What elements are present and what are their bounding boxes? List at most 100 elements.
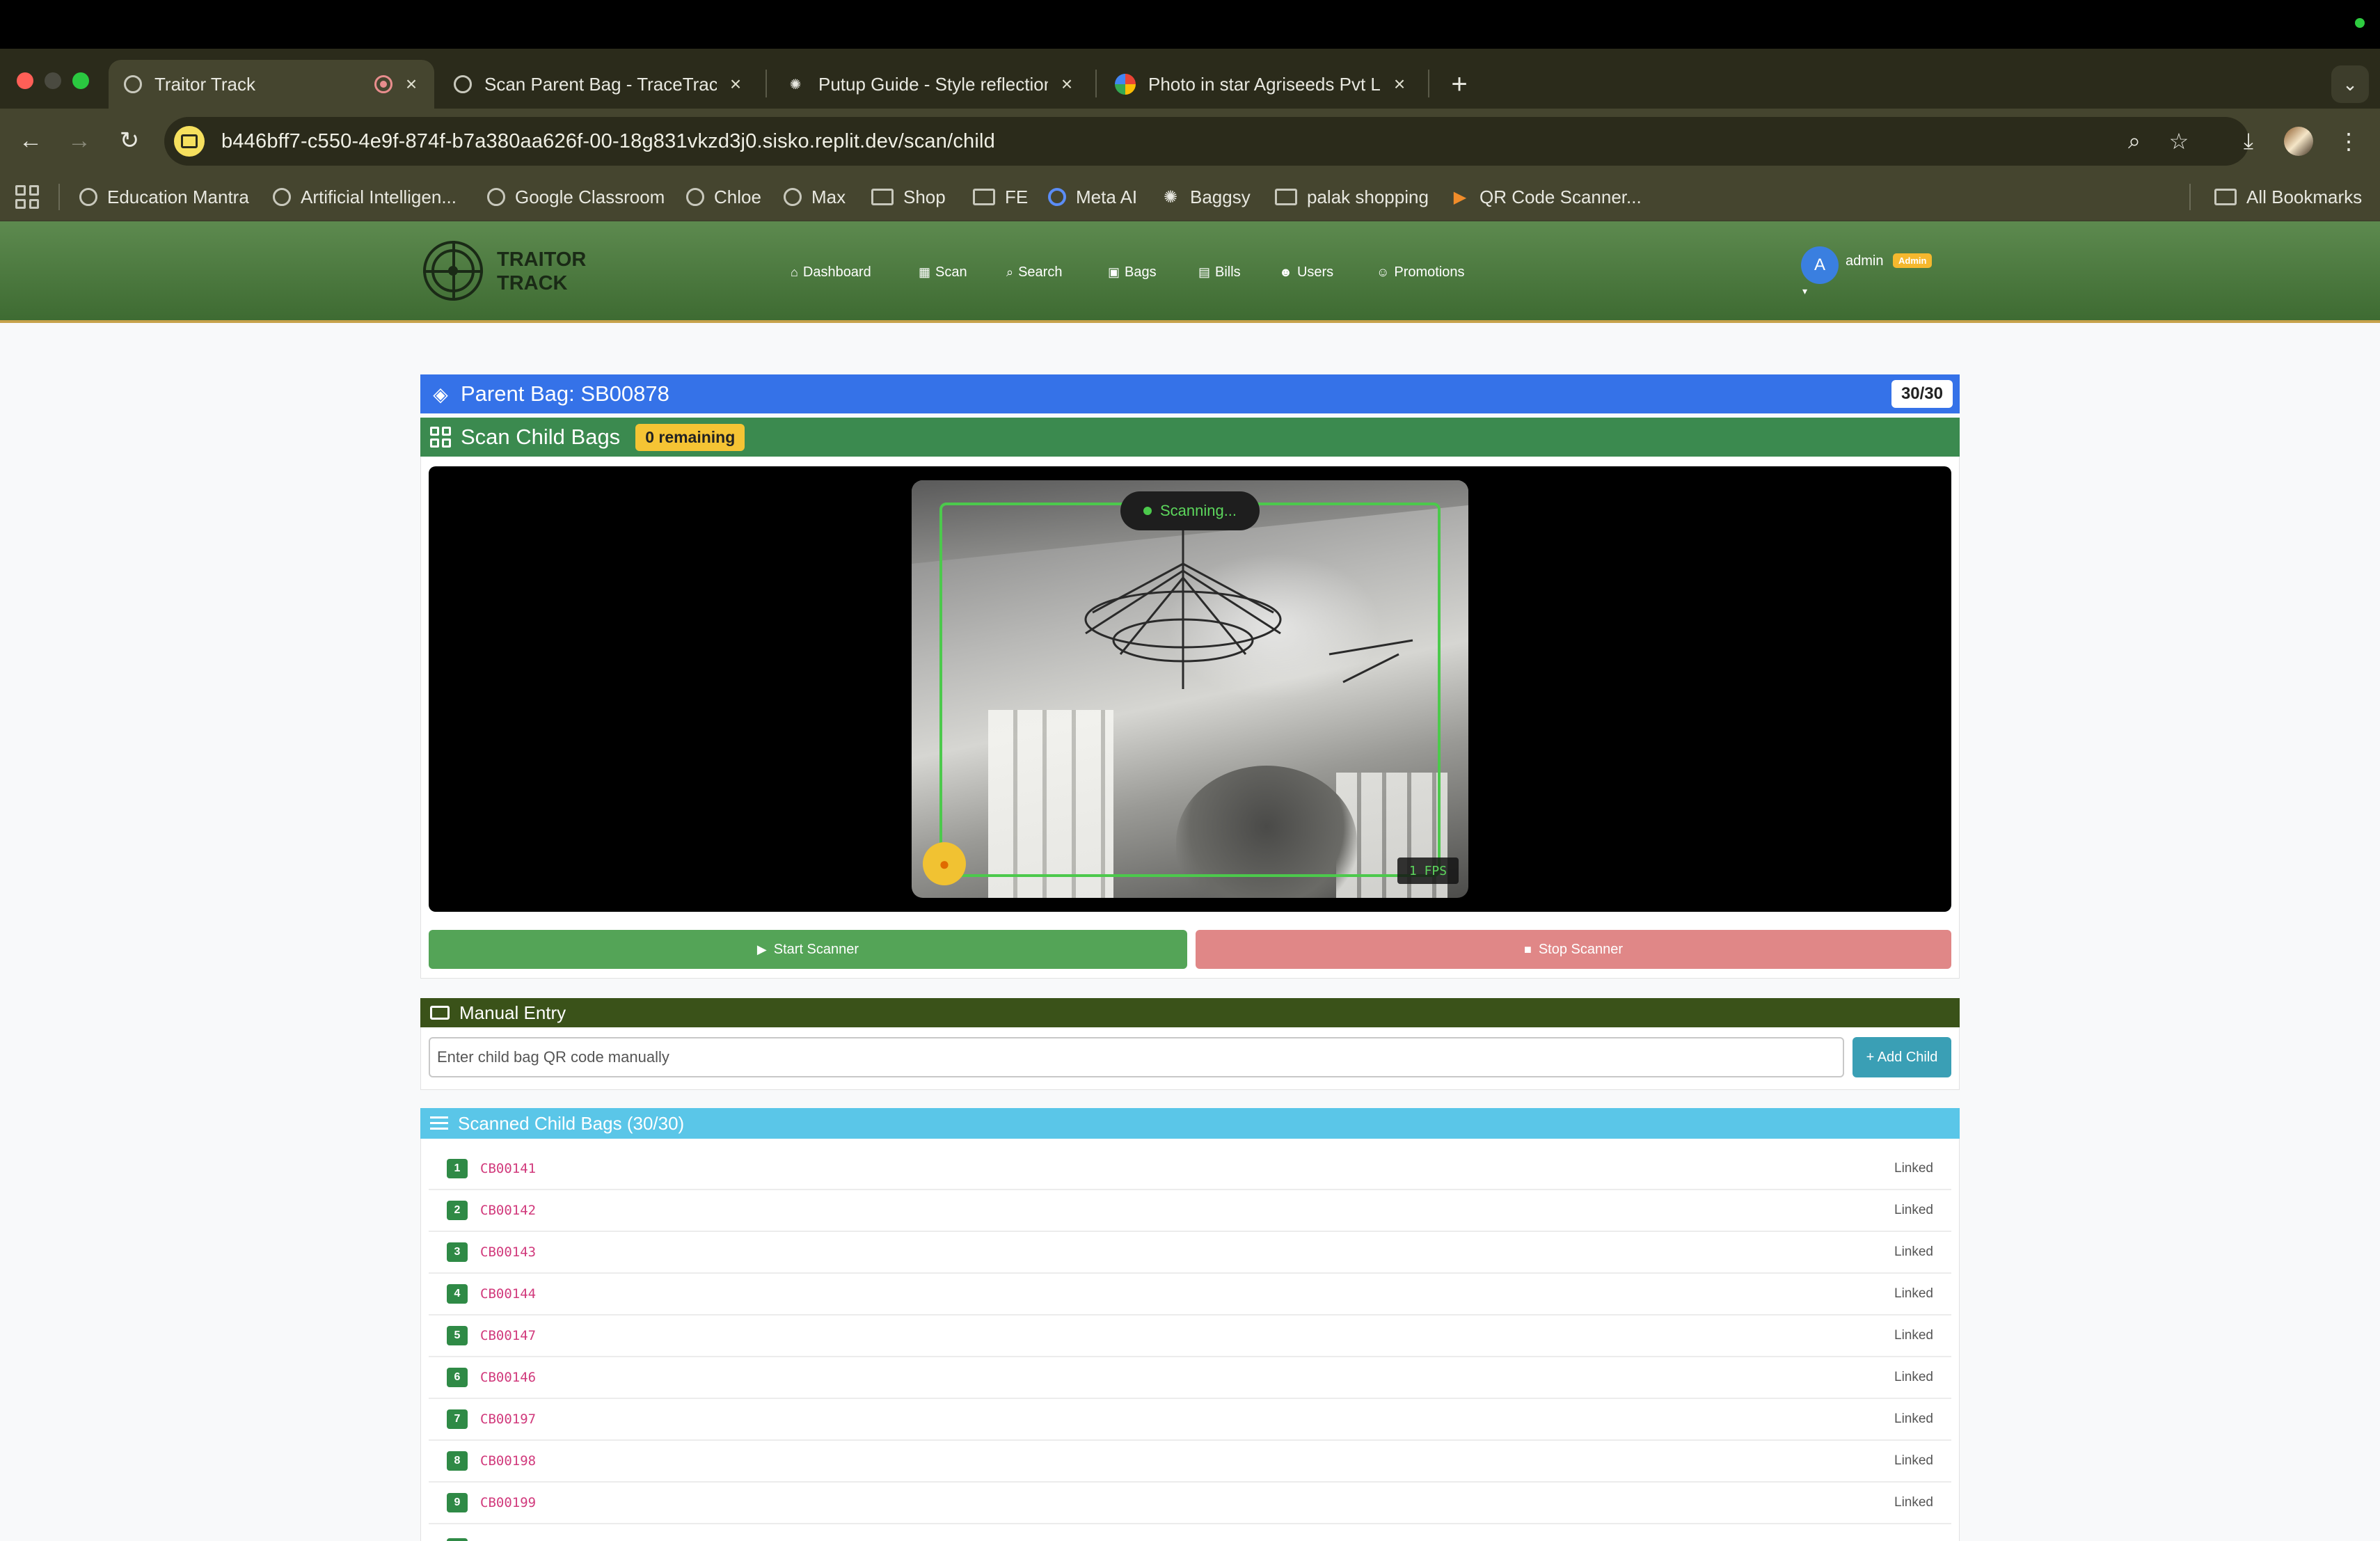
bookmark-star-icon[interactable]: ☆: [2163, 125, 2195, 157]
address-bar[interactable]: b446bff7-c550-4e9f-874f-b7a380aa626f-00-…: [164, 117, 2249, 166]
nav-scan[interactable]: ▦ Scan: [919, 262, 967, 283]
bookmark-folder-shop[interactable]: Shop: [871, 177, 946, 217]
nav-bills[interactable]: ▤ Bills: [1198, 262, 1241, 283]
bookmark-label: Google Classroom: [515, 186, 665, 207]
bookmark-label: Baggsy: [1190, 186, 1251, 207]
reload-button[interactable]: ↻: [111, 123, 148, 159]
item-number-badge: 8: [447, 1451, 468, 1471]
bookmark-divider: [58, 184, 60, 210]
photos-icon: [1115, 74, 1136, 95]
home-icon: ⌂: [791, 264, 798, 279]
link-status: Linked: [1894, 1161, 1933, 1176]
search-icon: ⌕: [1006, 264, 1014, 279]
link-status: Linked: [1894, 1286, 1933, 1301]
logo-line-1: TRAITOR: [497, 248, 587, 271]
os-menu-bar: [0, 0, 2380, 49]
bookmark-max[interactable]: Max: [784, 177, 846, 217]
nav-users[interactable]: ☻ Users: [1279, 262, 1333, 283]
play-icon: ▶: [756, 942, 767, 956]
globe-icon: [784, 188, 802, 206]
scan-section-title: Scan Child Bags: [461, 425, 621, 449]
bill-icon: ▤: [1198, 264, 1211, 279]
tab-photo-agriseeds[interactable]: Photo in star Agriseeds Pvt Lt ×: [1100, 60, 1422, 109]
list-item: 8 CB00198 Linked: [429, 1441, 1951, 1483]
folder-icon: [973, 189, 995, 205]
nav-label: Users: [1296, 264, 1334, 280]
child-bag-code: CB00141: [480, 1161, 537, 1176]
nav-bags[interactable]: ▣ Bags: [1108, 262, 1157, 283]
tab-traitor-track[interactable]: Traitor Track ×: [109, 60, 434, 109]
bookmark-baggsy[interactable]: ✺ Baggsy: [1161, 177, 1251, 217]
new-tab-button[interactable]: +: [1441, 65, 1478, 103]
list-item: 1 CB00141 Linked: [429, 1148, 1951, 1190]
nav-label: Scan: [935, 264, 967, 280]
list-item: 6 CB00146 Linked: [429, 1357, 1951, 1399]
more-menu-icon[interactable]: ⋮: [2333, 125, 2365, 157]
link-status: Linked: [1894, 1244, 1933, 1259]
traitor-track-logo-icon[interactable]: [423, 241, 483, 301]
stop-scanner-button[interactable]: ■ Stop Scanner: [1196, 930, 1951, 969]
close-tab-icon[interactable]: ×: [1056, 73, 1077, 95]
tab-title: Putup Guide - Style reflection: [818, 73, 1048, 95]
app-logo-text[interactable]: TRAITOR TRACK: [497, 248, 586, 295]
download-icon[interactable]: ⤓: [2232, 125, 2264, 157]
back-button[interactable]: ←: [13, 123, 49, 159]
globe-icon: [487, 188, 505, 206]
bookmark-meta-ai[interactable]: Meta AI: [1048, 177, 1137, 217]
bookmark-qr-code-scanner[interactable]: ▶ QR Code Scanner...: [1450, 177, 1642, 217]
chevron-down-icon: ⌄: [2342, 73, 2358, 95]
user-name[interactable]: admin: [1846, 253, 1883, 269]
site-info-icon[interactable]: [174, 126, 205, 157]
forward-button[interactable]: →: [61, 123, 97, 159]
bookmark-chloe[interactable]: Chloe: [686, 177, 761, 217]
nav-label: Bags: [1125, 264, 1157, 280]
item-number-badge: 3: [447, 1242, 468, 1262]
add-child-button[interactable]: + Add Child: [1853, 1037, 1951, 1077]
child-bag-qr-input[interactable]: [429, 1037, 1844, 1077]
child-bag-code: CB00198: [480, 1453, 537, 1469]
tab-title: Traitor Track: [154, 73, 255, 95]
all-bookmarks-folder[interactable]: All Bookmarks: [2214, 177, 2362, 217]
torch-button[interactable]: ●: [923, 842, 966, 885]
zoom-icon[interactable]: ⌕: [2118, 125, 2150, 157]
bookmark-folder-palak-shopping[interactable]: palak shopping: [1275, 177, 1429, 217]
close-tab-icon[interactable]: ×: [725, 73, 746, 95]
openai-icon: ✺: [1163, 187, 1178, 207]
maximize-window-button[interactable]: [72, 72, 89, 89]
bookmark-google-classroom[interactable]: Google Classroom: [487, 177, 665, 217]
nav-dashboard[interactable]: ⌂ Dashboard: [791, 262, 871, 283]
nav-promotions[interactable]: ☺ Promotions: [1377, 262, 1465, 283]
close-tab-icon[interactable]: ×: [401, 73, 422, 95]
list-item-partial: [429, 1524, 1951, 1541]
bookmark-folder-fe[interactable]: FE: [973, 177, 1028, 217]
globe-icon: [124, 75, 142, 93]
status-dot: [2355, 18, 2365, 28]
bookmark-education-mantra[interactable]: Education Mantra: [79, 177, 249, 217]
reload-icon: ↻: [119, 127, 140, 154]
nav-search[interactable]: ⌕ Search: [1006, 262, 1062, 283]
tab-putup-guide[interactable]: ✺ Putup Guide - Style reflection ×: [770, 60, 1090, 109]
scanned-list-title: Scanned Child Bags (30/30): [458, 1112, 685, 1134]
tab-scan-parent-bag[interactable]: Scan Parent Bag - TraceTrack ×: [438, 60, 759, 109]
tab-title: Photo in star Agriseeds Pvt Lt: [1148, 73, 1381, 95]
bookmark-artificial-intelligence[interactable]: Artificial Intelligen...: [273, 177, 457, 217]
qrcode-icon: [430, 427, 451, 448]
users-icon: ☻: [1279, 264, 1292, 279]
tab-search-button[interactable]: ⌄: [2331, 65, 2369, 103]
start-scanner-button[interactable]: ▶ Start Scanner: [429, 930, 1187, 969]
parent-bag-count-badge: 30/30: [1891, 380, 1953, 408]
apps-grid-icon[interactable]: [15, 185, 39, 209]
url-text[interactable]: b446bff7-c550-4e9f-874f-b7a380aa626f-00-…: [221, 130, 995, 153]
list-item: 4 CB00144 Linked: [429, 1274, 1951, 1315]
user-avatar[interactable]: A: [1801, 246, 1839, 284]
user-menu-caret-icon[interactable]: ▾: [1802, 285, 1807, 297]
link-status: Linked: [1894, 1370, 1933, 1384]
recording-icon: [374, 75, 392, 93]
profile-avatar[interactable]: [2284, 127, 2313, 156]
manual-entry-header: Manual Entry: [420, 998, 1960, 1027]
close-window-button[interactable]: [17, 72, 33, 89]
item-number-badge: 7: [447, 1409, 468, 1429]
minimize-window-button[interactable]: [45, 72, 61, 89]
keyboard-icon: [430, 1006, 450, 1020]
close-tab-icon[interactable]: ×: [1389, 73, 1410, 95]
